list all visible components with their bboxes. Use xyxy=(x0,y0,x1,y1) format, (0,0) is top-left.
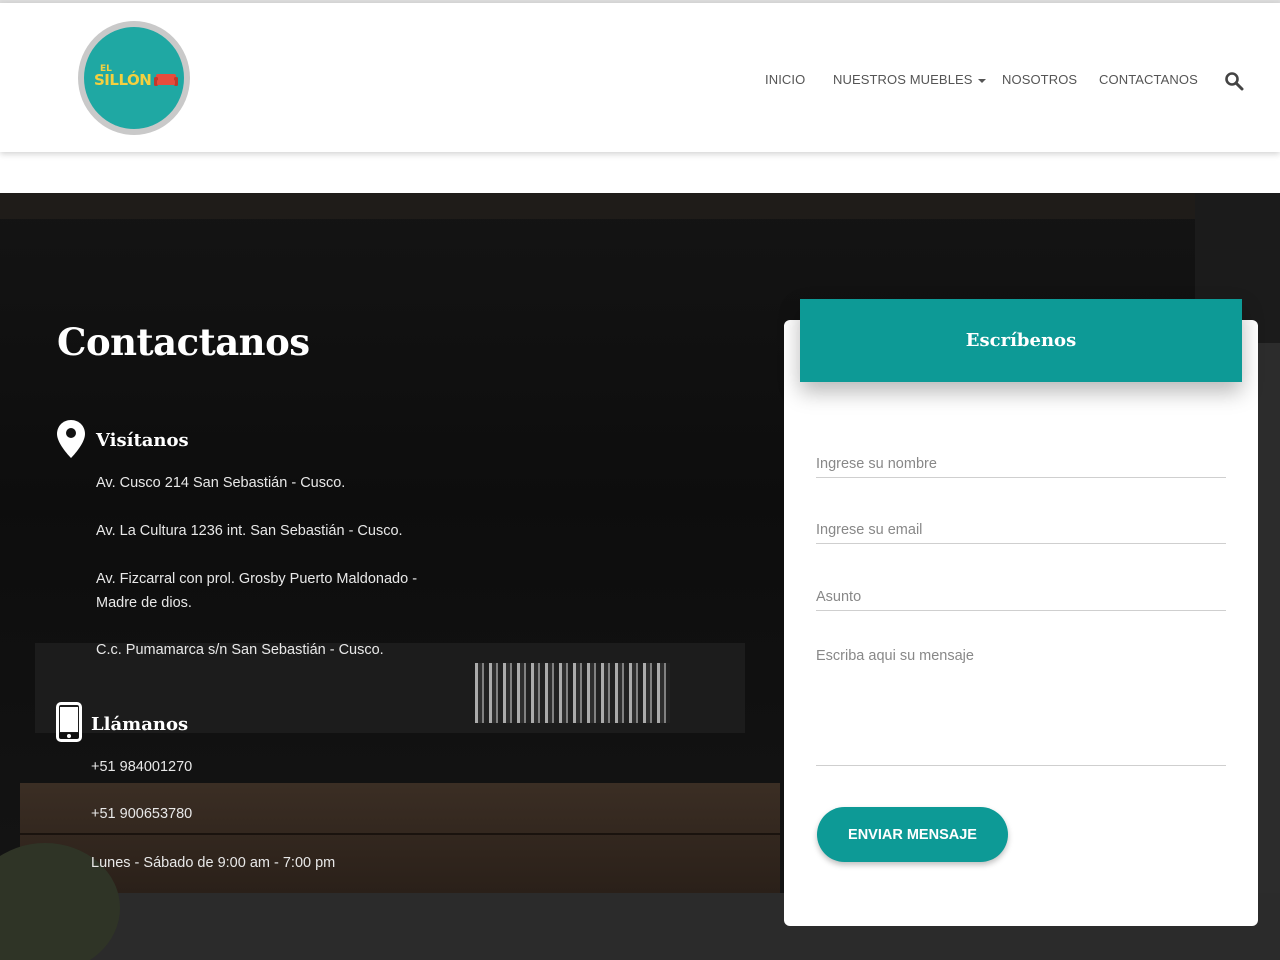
address-line: Av. La Cultura 1236 int. San Sebastián -… xyxy=(96,523,403,539)
address-line: Av. Fizcarral con prol. Grosby Puerto Ma… xyxy=(96,571,418,587)
visit-heading: Visítanos xyxy=(96,430,189,451)
message-field[interactable] xyxy=(816,648,1226,766)
background-books xyxy=(475,663,670,723)
subject-field[interactable] xyxy=(816,583,1226,611)
smartphone-icon xyxy=(56,702,82,742)
background-ceiling xyxy=(0,193,1280,219)
caret-down-icon xyxy=(977,78,986,83)
page-title: Contactanos xyxy=(57,320,310,364)
map-pin-icon xyxy=(57,420,85,458)
phone-number[interactable]: +51 900653780 xyxy=(91,802,192,826)
phone-number[interactable]: +51 984001270 xyxy=(91,755,192,779)
background-cabinet-line xyxy=(20,833,780,835)
call-heading: Llámanos xyxy=(91,714,189,735)
name-field[interactable] xyxy=(816,450,1226,478)
main-nav: INICIO NUESTROS MUEBLES NOSOTROS CONTACT… xyxy=(0,72,1280,88)
address-line: Madre de dios. xyxy=(96,595,192,611)
nav-item-nosotros[interactable]: NOSOTROS xyxy=(1002,72,1077,87)
nav-item-label: NUESTROS MUEBLES xyxy=(833,72,973,87)
background-cabinet xyxy=(20,783,780,893)
address-line: Av. Cusco 214 San Sebastián - Cusco. xyxy=(96,475,346,491)
email-field[interactable] xyxy=(816,516,1226,544)
nav-item-contactanos[interactable]: CONTACTANOS xyxy=(1099,72,1198,87)
site-header: EL SILLÓN INICIO NUESTROS MUEBLES NOSOTR… xyxy=(0,3,1280,152)
nav-item-nuestros-muebles[interactable]: NUESTROS MUEBLES xyxy=(833,72,986,87)
business-hours: Lunes - Sábado de 9:00 am - 7:00 pm xyxy=(91,855,336,871)
contact-form-title: Escríbenos xyxy=(965,330,1077,351)
address-line: C.c. Pumamarca s/n San Sebastián - Cusco… xyxy=(96,642,384,658)
nav-item-inicio[interactable]: INICIO xyxy=(765,72,805,87)
search-icon[interactable] xyxy=(1224,71,1244,91)
contact-form-header: Escríbenos xyxy=(800,299,1242,382)
send-message-button[interactable]: ENVIAR MENSAJE xyxy=(817,807,1008,862)
